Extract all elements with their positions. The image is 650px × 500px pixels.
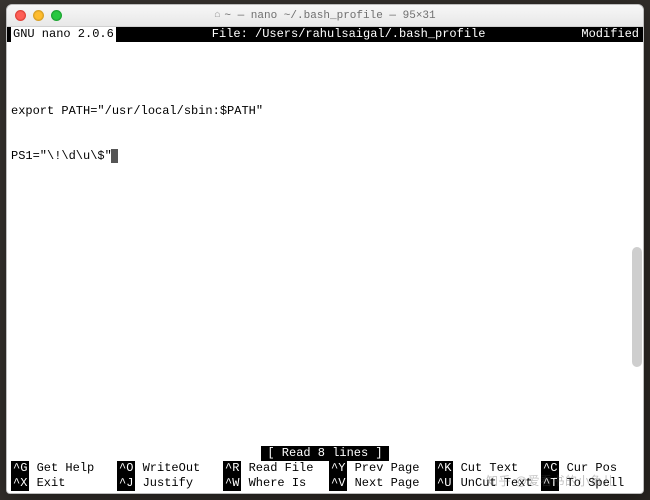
scrollbar-thumb[interactable]: [632, 247, 642, 367]
nano-status-line: [ Read 8 lines ]: [7, 446, 643, 461]
minimize-icon[interactable]: [33, 10, 44, 21]
shortcut-row-1: ^G Get Help ^O WriteOut ^R Read File ^Y …: [11, 461, 639, 476]
nano-status-text: [ Read 8 lines ]: [261, 446, 388, 461]
terminal-window: ⌂ ~ — nano ~/.bash_profile — 95×31 GNU n…: [6, 4, 644, 494]
shortcut-writeout[interactable]: ^O WriteOut: [117, 461, 215, 476]
nano-modified: Modified: [581, 27, 639, 42]
nano-header: GNU nano 2.0.6 File: /Users/rahulsaigal/…: [7, 27, 643, 42]
shortcut-cur-pos[interactable]: ^C Cur Pos: [541, 461, 639, 476]
shortcut-justify[interactable]: ^J Justify: [117, 476, 215, 491]
traffic-lights: [15, 10, 62, 21]
shortcut-prev-page[interactable]: ^Y Prev Page: [329, 461, 427, 476]
home-icon: ⌂: [214, 10, 220, 21]
nano-file-label: File: /Users/rahulsaigal/.bash_profile: [116, 27, 582, 42]
nano-shortcut-bar: ^G Get Help ^O WriteOut ^R Read File ^Y …: [7, 461, 643, 493]
shortcut-read-file[interactable]: ^R Read File: [223, 461, 321, 476]
editor-line[interactable]: export PATH="/usr/local/sbin:$PATH": [11, 104, 639, 119]
shortcut-row-2: ^X Exit ^J Justify ^W Where Is ^V Next P…: [11, 476, 639, 491]
editor-line[interactable]: PS1="\!\d\u\$": [11, 149, 639, 164]
zoom-icon[interactable]: [51, 10, 62, 21]
shortcut-to-spell[interactable]: ^T To Spell: [541, 476, 639, 491]
mac-titlebar: ⌂ ~ — nano ~/.bash_profile — 95×31: [7, 5, 643, 27]
terminal-viewport[interactable]: GNU nano 2.0.6 File: /Users/rahulsaigal/…: [7, 27, 643, 493]
window-title: ⌂ ~ — nano ~/.bash_profile — 95×31: [7, 10, 643, 22]
editor-body[interactable]: export PATH="/usr/local/sbin:$PATH" PS1=…: [7, 42, 643, 446]
window-title-text: ~ — nano ~/.bash_profile — 95×31: [224, 10, 435, 22]
shortcut-exit[interactable]: ^X Exit: [11, 476, 109, 491]
shortcut-next-page[interactable]: ^V Next Page: [329, 476, 427, 491]
shortcut-cut-text[interactable]: ^K Cut Text: [435, 461, 533, 476]
shortcut-where-is[interactable]: ^W Where Is: [223, 476, 321, 491]
shortcut-uncut-text[interactable]: ^U UnCut Text: [435, 476, 533, 491]
close-icon[interactable]: [15, 10, 26, 21]
nano-title: GNU nano 2.0.6: [11, 27, 116, 42]
cursor-icon: [111, 149, 118, 163]
shortcut-get-help[interactable]: ^G Get Help: [11, 461, 109, 476]
